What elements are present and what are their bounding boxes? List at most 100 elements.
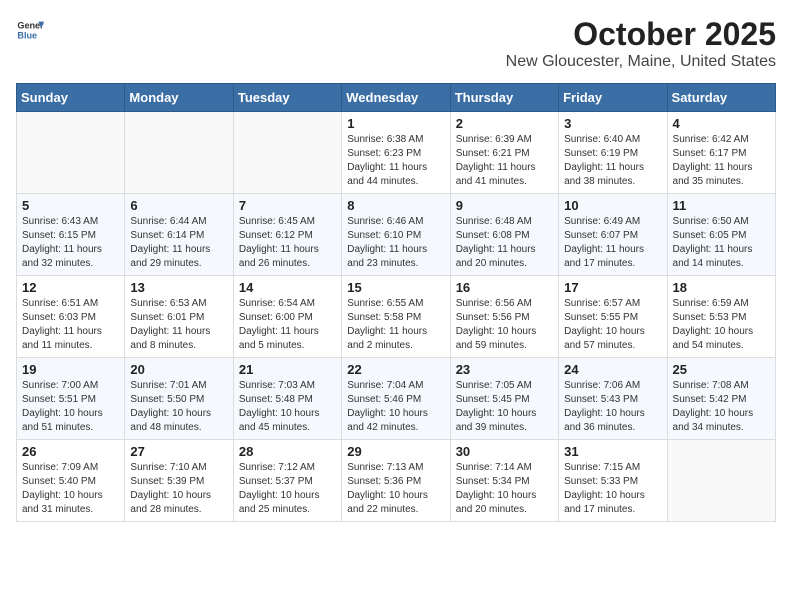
title-block: October 2025 New Gloucester, Maine, Unit… [506,16,776,71]
calendar-cell [233,112,341,194]
day-number: 27 [130,444,227,459]
calendar-cell: 19 Sunrise: 7:00 AM Sunset: 5:51 PM Dayli… [17,358,125,440]
day-number: 9 [456,198,553,213]
calendar-cell: 21 Sunrise: 7:03 AM Sunset: 5:48 PM Dayli… [233,358,341,440]
calendar-cell: 26 Sunrise: 7:09 AM Sunset: 5:40 PM Dayli… [17,440,125,522]
calendar-cell: 18 Sunrise: 6:59 AM Sunset: 5:53 PM Dayli… [667,276,775,358]
day-info: Sunrise: 7:01 AM Sunset: 5:50 PM Dayligh… [130,379,227,435]
calendar-cell: 1 Sunrise: 6:38 AM Sunset: 6:23 PM Daylig… [342,112,450,194]
day-info: Sunrise: 6:50 AM Sunset: 6:05 PM Dayligh… [673,215,770,271]
calendar-cell: 20 Sunrise: 7:01 AM Sunset: 5:50 PM Dayli… [125,358,233,440]
day-number: 24 [564,362,661,377]
weekday-header-friday: Friday [559,84,667,112]
day-info: Sunrise: 6:59 AM Sunset: 5:53 PM Dayligh… [673,297,770,353]
calendar-cell: 7Sunrise: 6:45 AM Sunset: 6:12 PM Daylig… [233,194,341,276]
day-info: Sunrise: 7:04 AM Sunset: 5:46 PM Dayligh… [347,379,444,435]
calendar-cell: 15 Sunrise: 6:55 AM Sunset: 5:58 PM Dayli… [342,276,450,358]
calendar-cell: 28 Sunrise: 7:12 AM Sunset: 5:37 PM Dayli… [233,440,341,522]
day-number: 18 [673,280,770,295]
svg-text:Blue: Blue [17,30,37,40]
calendar-week-3: 12 Sunrise: 6:51 AM Sunset: 6:03 PM Dayli… [17,276,776,358]
calendar-cell: 16Sunrise: 6:56 AM Sunset: 5:56 PM Dayli… [450,276,558,358]
day-number: 26 [22,444,119,459]
day-number: 6 [130,198,227,213]
calendar-week-5: 26 Sunrise: 7:09 AM Sunset: 5:40 PM Dayli… [17,440,776,522]
day-info: Sunrise: 7:15 AM Sunset: 5:33 PM Dayligh… [564,461,661,517]
day-number: 22 [347,362,444,377]
day-info: Sunrise: 6:40 AM Sunset: 6:19 PM Dayligh… [564,133,661,189]
day-number: 31 [564,444,661,459]
calendar-cell: 23 Sunrise: 7:05 AM Sunset: 5:45 PM Dayli… [450,358,558,440]
day-number: 29 [347,444,444,459]
calendar-cell: 27 Sunrise: 7:10 AM Sunset: 5:39 PM Dayli… [125,440,233,522]
calendar-cell: 29 Sunrise: 7:13 AM Sunset: 5:36 PM Dayli… [342,440,450,522]
day-info: Sunrise: 7:05 AM Sunset: 5:45 PM Dayligh… [456,379,553,435]
day-number: 1 [347,116,444,131]
day-info: Sunrise: 6:53 AM Sunset: 6:01 PM Dayligh… [130,297,227,353]
calendar-cell: 11Sunrise: 6:50 AM Sunset: 6:05 PM Dayli… [667,194,775,276]
calendar-cell [667,440,775,522]
day-number: 23 [456,362,553,377]
day-info: Sunrise: 7:03 AM Sunset: 5:48 PM Dayligh… [239,379,336,435]
day-info: Sunrise: 7:09 AM Sunset: 5:40 PM Dayligh… [22,461,119,517]
calendar-cell: 31 Sunrise: 7:15 AM Sunset: 5:33 PM Dayli… [559,440,667,522]
calendar-cell [125,112,233,194]
day-number: 14 [239,280,336,295]
day-number: 12 [22,280,119,295]
day-info: Sunrise: 6:43 AM Sunset: 6:15 PM Dayligh… [22,215,119,271]
day-info: Sunrise: 7:00 AM Sunset: 5:51 PM Dayligh… [22,379,119,435]
logo-icon: General Blue [16,16,44,44]
day-number: 15 [347,280,444,295]
day-info: Sunrise: 7:13 AM Sunset: 5:36 PM Dayligh… [347,461,444,517]
calendar-table: SundayMondayTuesdayWednesdayThursdayFrid… [16,83,776,522]
day-info: Sunrise: 6:54 AM Sunset: 6:00 PM Dayligh… [239,297,336,353]
calendar-cell: 4 Sunrise: 6:42 AM Sunset: 6:17 PM Daylig… [667,112,775,194]
weekday-header-wednesday: Wednesday [342,84,450,112]
day-info: Sunrise: 6:38 AM Sunset: 6:23 PM Dayligh… [347,133,444,189]
calendar-cell: 6 Sunrise: 6:44 AM Sunset: 6:14 PM Daylig… [125,194,233,276]
day-number: 2 [456,116,553,131]
weekday-header-thursday: Thursday [450,84,558,112]
day-number: 19 [22,362,119,377]
day-info: Sunrise: 7:08 AM Sunset: 5:42 PM Dayligh… [673,379,770,435]
day-info: Sunrise: 6:51 AM Sunset: 6:03 PM Dayligh… [22,297,119,353]
calendar-title: October 2025 [506,16,776,53]
day-info: Sunrise: 6:44 AM Sunset: 6:14 PM Dayligh… [130,215,227,271]
weekday-header-sunday: Sunday [17,84,125,112]
day-number: 3 [564,116,661,131]
calendar-cell: 17Sunrise: 6:57 AM Sunset: 5:55 PM Dayli… [559,276,667,358]
weekday-header-tuesday: Tuesday [233,84,341,112]
weekday-header-saturday: Saturday [667,84,775,112]
day-number: 7 [239,198,336,213]
day-number: 30 [456,444,553,459]
day-number: 5 [22,198,119,213]
day-number: 20 [130,362,227,377]
calendar-cell: 25 Sunrise: 7:08 AM Sunset: 5:42 PM Dayli… [667,358,775,440]
weekday-header-monday: Monday [125,84,233,112]
day-info: Sunrise: 7:12 AM Sunset: 5:37 PM Dayligh… [239,461,336,517]
day-info: Sunrise: 7:14 AM Sunset: 5:34 PM Dayligh… [456,461,553,517]
day-info: Sunrise: 6:49 AM Sunset: 6:07 PM Dayligh… [564,215,661,271]
calendar-cell: 3 Sunrise: 6:40 AM Sunset: 6:19 PM Daylig… [559,112,667,194]
day-info: Sunrise: 7:10 AM Sunset: 5:39 PM Dayligh… [130,461,227,517]
day-info: Sunrise: 6:56 AM Sunset: 5:56 PM Dayligh… [456,297,553,353]
calendar-cell: 5 Sunrise: 6:43 AM Sunset: 6:15 PM Daylig… [17,194,125,276]
weekday-header-row: SundayMondayTuesdayWednesdayThursdayFrid… [17,84,776,112]
calendar-cell: 14 Sunrise: 6:54 AM Sunset: 6:00 PM Dayli… [233,276,341,358]
page-header: General Blue October 2025 New Gloucester… [16,16,776,71]
day-number: 28 [239,444,336,459]
calendar-cell: 22 Sunrise: 7:04 AM Sunset: 5:46 PM Dayli… [342,358,450,440]
day-info: Sunrise: 6:42 AM Sunset: 6:17 PM Dayligh… [673,133,770,189]
day-info: Sunrise: 7:06 AM Sunset: 5:43 PM Dayligh… [564,379,661,435]
day-info: Sunrise: 6:55 AM Sunset: 5:58 PM Dayligh… [347,297,444,353]
day-number: 25 [673,362,770,377]
calendar-cell [17,112,125,194]
day-number: 21 [239,362,336,377]
day-info: Sunrise: 6:48 AM Sunset: 6:08 PM Dayligh… [456,215,553,271]
calendar-cell: 2 Sunrise: 6:39 AM Sunset: 6:21 PM Daylig… [450,112,558,194]
calendar-week-2: 5 Sunrise: 6:43 AM Sunset: 6:15 PM Daylig… [17,194,776,276]
day-number: 4 [673,116,770,131]
day-number: 17 [564,280,661,295]
calendar-cell: 10Sunrise: 6:49 AM Sunset: 6:07 PM Dayli… [559,194,667,276]
day-info: Sunrise: 6:39 AM Sunset: 6:21 PM Dayligh… [456,133,553,189]
